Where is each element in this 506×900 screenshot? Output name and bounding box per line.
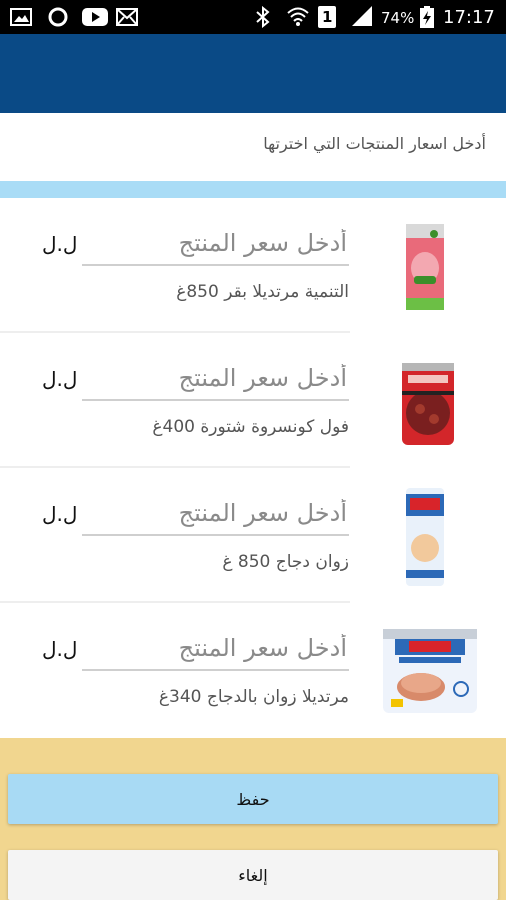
bluetooth-icon bbox=[256, 6, 270, 28]
app-bar bbox=[0, 34, 506, 113]
currency-label: ل.ل bbox=[42, 637, 78, 661]
status-bar: 1 74% 17:17 bbox=[0, 0, 506, 34]
sim-number: 1 bbox=[322, 8, 333, 26]
product-image-4 bbox=[383, 629, 477, 713]
price-input-2[interactable] bbox=[82, 357, 349, 401]
currency-label: ل.ل bbox=[42, 367, 78, 391]
cancel-button[interactable]: إلغاء bbox=[8, 850, 498, 900]
header-stripe bbox=[0, 181, 506, 198]
youtube-icon bbox=[82, 8, 108, 26]
sync-icon bbox=[48, 7, 68, 27]
list-item: ل.ل التنمية مرتديلا بقر 850غ bbox=[0, 198, 506, 333]
instructions-panel: أدخل اسعار المنتجات التي اخترتها bbox=[0, 113, 506, 181]
wifi-icon bbox=[287, 7, 309, 26]
currency-label: ل.ل bbox=[42, 502, 78, 526]
product-name: التنمية مرتديلا بقر 850غ bbox=[176, 282, 349, 302]
price-input-1[interactable] bbox=[82, 222, 349, 266]
product-image-2 bbox=[402, 363, 454, 445]
product-image-1 bbox=[406, 224, 444, 310]
product-image-3 bbox=[406, 488, 444, 586]
instructions-text: أدخل اسعار المنتجات التي اخترتها bbox=[263, 134, 486, 153]
price-input-3[interactable] bbox=[82, 492, 349, 536]
footer-panel: حفظ إلغاء bbox=[0, 738, 506, 900]
battery-percent: 74% bbox=[381, 9, 415, 27]
gallery-icon bbox=[10, 8, 32, 26]
product-name: فول كونسروة شتورة 400غ bbox=[152, 417, 349, 437]
product-name: زوان دجاج 850 غ bbox=[222, 552, 349, 572]
mail-icon bbox=[116, 8, 138, 26]
clock: 17:17 bbox=[443, 7, 495, 28]
sim-badge: 1 bbox=[318, 6, 336, 28]
product-list: ل.ل التنمية مرتديلا بقر 850غ ل.ل فول كون… bbox=[0, 198, 506, 738]
signal-icon bbox=[352, 6, 372, 26]
product-name: مرتديلا زوان بالدجاج 340غ bbox=[158, 687, 349, 707]
list-item: ل.ل مرتديلا زوان بالدجاج 340غ bbox=[0, 603, 506, 738]
list-item: ل.ل زوان دجاج 850 غ bbox=[0, 468, 506, 603]
currency-label: ل.ل bbox=[42, 232, 78, 256]
list-item: ل.ل فول كونسروة شتورة 400غ bbox=[0, 333, 506, 468]
price-input-4[interactable] bbox=[82, 627, 349, 671]
save-button[interactable]: حفظ bbox=[8, 774, 498, 824]
battery-charging-icon bbox=[420, 6, 434, 28]
